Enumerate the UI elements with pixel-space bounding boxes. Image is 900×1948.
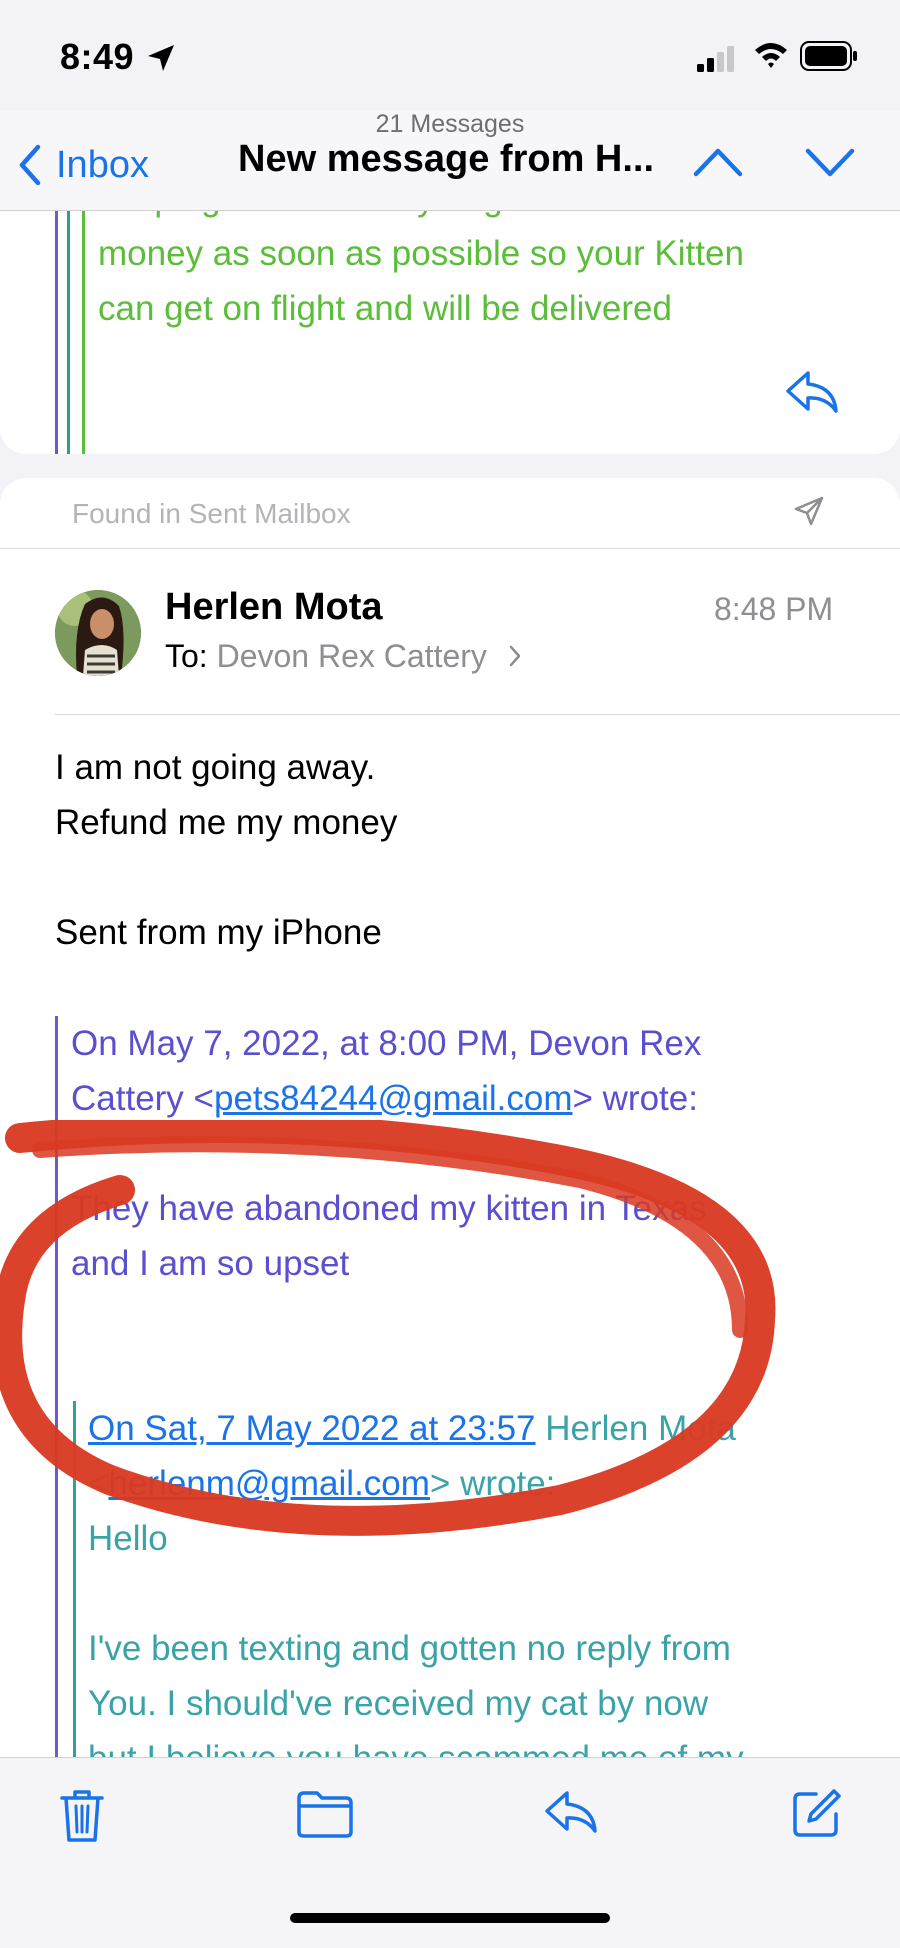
next-message-button[interactable] bbox=[804, 146, 856, 183]
paper-plane-icon bbox=[793, 495, 825, 532]
quoted-line: Hello bbox=[88, 1519, 168, 1558]
chevron-right-icon bbox=[508, 638, 522, 674]
recipient-row[interactable]: To: Devon Rex Cattery bbox=[165, 638, 522, 675]
quote-header-sender: <herlenm@gmail.com> wrote: bbox=[88, 1456, 848, 1511]
compose-icon bbox=[793, 1789, 841, 1837]
message-time: 8:48 PM bbox=[714, 591, 834, 627]
to-label: To: bbox=[165, 638, 208, 674]
found-in-mailbox-label: Found in Sent Mailbox bbox=[72, 498, 351, 529]
status-bar: 8:49 bbox=[0, 0, 900, 110]
header-divider bbox=[55, 714, 900, 715]
quoted-line: You. I should've received my cat by now bbox=[88, 1684, 709, 1723]
delete-button[interactable] bbox=[58, 1788, 106, 1849]
quoted-line: but I believe you have scammed me of my bbox=[88, 1731, 848, 1758]
wifi-icon bbox=[753, 40, 789, 75]
quoted-line: They have abandoned my kitten in Texas bbox=[71, 1189, 707, 1228]
navigation-bar: 21 Messages Inbox New message from H... bbox=[0, 110, 900, 211]
reply-button[interactable] bbox=[784, 369, 840, 422]
quote-header-suffix: > wrote: bbox=[572, 1079, 698, 1118]
back-to-inbox-button[interactable]: Inbox bbox=[18, 140, 149, 190]
previous-quoted-text: keeping the crate. Try to give them the … bbox=[98, 211, 744, 328]
body-line: I am not going away. bbox=[55, 748, 376, 787]
quote-header-prefix: Cattery < bbox=[71, 1079, 214, 1118]
sender-avatar[interactable] bbox=[55, 590, 141, 676]
quote-bar bbox=[55, 211, 58, 454]
reply-arrow-icon bbox=[545, 1791, 597, 1833]
quote-bar bbox=[67, 211, 70, 454]
battery-icon bbox=[800, 41, 858, 76]
quote-header-suffix: > wrote: bbox=[429, 1464, 556, 1503]
message-count: 21 Messages bbox=[375, 110, 525, 138]
location-arrow-icon bbox=[145, 42, 177, 79]
found-in-mailbox-bar: Found in Sent Mailbox bbox=[0, 478, 900, 549]
body-blank-line bbox=[55, 850, 855, 905]
quoted-message-level-1: On May 7, 2022, at 8:00 PM, Devon Rex Ca… bbox=[55, 1016, 878, 1758]
quoted-line: and I am so upset bbox=[71, 1244, 350, 1283]
folder-icon bbox=[297, 1791, 353, 1838]
quote-header: On May 7, 2022, at 8:00 PM, Devon Rex bbox=[71, 1024, 702, 1063]
previous-message-card: keeping the crate. Try to give them the … bbox=[0, 211, 900, 454]
reply-toolbar-button[interactable] bbox=[543, 1788, 599, 1843]
recipient-name: Devon Rex Cattery bbox=[216, 638, 487, 674]
back-label: Inbox bbox=[56, 143, 149, 186]
thread-title: New message from H... bbox=[238, 138, 655, 180]
email-link[interactable]: pets84244@gmail.com bbox=[214, 1079, 573, 1118]
message-card: Found in Sent Mailbox Herlen Mota 8:48 P… bbox=[0, 478, 900, 1758]
quoted-text-level-2: On Sat, 7 May 2022 at 23:57 Herlen Mota … bbox=[88, 1401, 848, 1758]
quoted-line: I've been texting and gotten no reply fr… bbox=[88, 1629, 731, 1668]
date-link[interactable]: On Sat, 7 May 2022 at 23:57 bbox=[88, 1409, 536, 1448]
chevron-left-icon bbox=[19, 144, 41, 186]
sender-name: Herlen Mota bbox=[165, 586, 383, 628]
quoted-text-level-1: On May 7, 2022, at 8:00 PM, Devon Rex Ca… bbox=[71, 1016, 851, 1291]
chevron-up-icon bbox=[693, 148, 743, 177]
signature: Sent from my iPhone bbox=[55, 913, 382, 952]
quote-header-sender: Cattery <pets84244@gmail.com> wrote: bbox=[71, 1071, 851, 1126]
quote-header-name: Herlen Mota bbox=[535, 1409, 736, 1448]
chevron-down-icon bbox=[805, 148, 855, 177]
status-time: 8:49 bbox=[60, 36, 135, 77]
message-body: I am not going away. Refund me my money … bbox=[55, 740, 855, 960]
quote-header: On Sat, 7 May 2022 at 23:57 Herlen Mota bbox=[88, 1401, 848, 1456]
email-link[interactable]: herlenm@gmail.com bbox=[108, 1464, 429, 1503]
home-indicator bbox=[290, 1913, 610, 1923]
body-line: Refund me my money bbox=[55, 803, 398, 842]
quote-header-prefix: < bbox=[88, 1464, 109, 1503]
quoted-message-level-2: On Sat, 7 May 2022 at 23:57 Herlen Mota … bbox=[73, 1401, 856, 1758]
compose-button[interactable] bbox=[790, 1788, 842, 1845]
trash-icon bbox=[60, 1790, 104, 1842]
cellular-signal-icon bbox=[697, 46, 737, 77]
previous-message-button[interactable] bbox=[692, 146, 744, 183]
previous-quoted-text-block: keeping the crate. Try to give them the … bbox=[55, 211, 875, 454]
reply-arrow-icon bbox=[786, 371, 838, 413]
quote-bar bbox=[82, 211, 85, 454]
move-to-folder-button[interactable] bbox=[295, 1788, 355, 1845]
